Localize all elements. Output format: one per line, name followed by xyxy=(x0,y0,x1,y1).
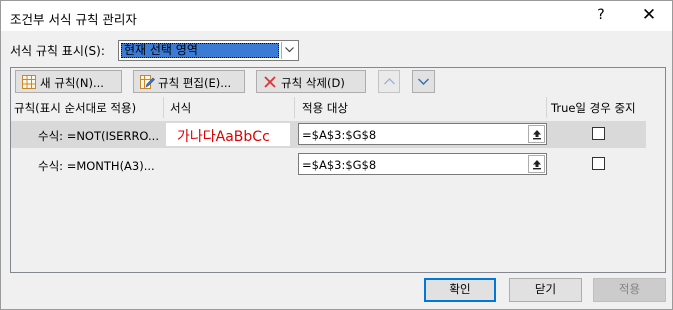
new-rule-grid-icon xyxy=(22,75,36,89)
column-header-stop-if-true: True일 경우 중지 xyxy=(551,101,636,115)
column-header-applies-to: 적용 대상 xyxy=(302,101,348,115)
help-button[interactable]: ? xyxy=(594,7,608,23)
stop-if-true-checkbox[interactable] xyxy=(592,157,605,170)
format-preview-text: 가나다AaBbCc xyxy=(177,129,270,145)
delete-x-icon xyxy=(263,75,277,89)
column-divider xyxy=(546,97,547,118)
range-collapse-button[interactable] xyxy=(528,155,545,173)
move-up-button[interactable] xyxy=(378,70,400,93)
dialog-title: 조건부 서식 규칙 관리자 xyxy=(10,12,137,27)
stop-if-true-checkbox[interactable] xyxy=(592,127,605,140)
conditional-formatting-rules-manager-dialog: 조건부 서식 규칙 관리자 ? ✕ 서식 규칙 표시(S): 현재 선택 영역 … xyxy=(0,0,673,310)
ok-button[interactable]: 확인 xyxy=(424,278,496,302)
title-bar: 조건부 서식 규칙 관리자 ? ✕ xyxy=(1,1,672,31)
range-collapse-button[interactable] xyxy=(528,125,545,143)
applies-to-field[interactable]: =$A$3:$G$8 xyxy=(298,153,547,175)
edit-rule-label: 규칙 편집(E)... xyxy=(158,76,232,90)
collapse-arrow-icon xyxy=(533,160,541,170)
chevron-up-icon xyxy=(384,78,395,85)
move-down-button[interactable] xyxy=(412,70,435,93)
column-divider xyxy=(294,97,295,118)
new-rule-button[interactable]: 새 규칙(N)... xyxy=(15,70,122,93)
chevron-down-icon xyxy=(418,78,429,85)
applies-to-value: =$A$3:$G$8 xyxy=(302,158,377,172)
new-rule-label: 새 규칙(N)... xyxy=(40,76,104,90)
show-rules-selected-value: 현재 선택 영역 xyxy=(121,43,279,58)
show-rules-dropdown[interactable]: 현재 선택 영역 xyxy=(118,40,299,61)
edit-rule-button[interactable]: 규칙 편집(E)... xyxy=(133,70,245,93)
rule-description: 수식: =NOT(ISERRO... xyxy=(38,129,159,143)
applies-to-value: =$A$3:$G$8 xyxy=(302,128,377,142)
column-header-format: 서식 xyxy=(170,101,192,115)
format-preview: 가나다AaBbCc xyxy=(166,123,290,146)
applies-to-field[interactable]: =$A$3:$G$8 xyxy=(298,123,547,145)
chevron-down-icon[interactable] xyxy=(281,42,297,59)
column-divider xyxy=(163,97,164,118)
rule-row[interactable]: 수식: =NOT(ISERRO... 가나다AaBbCc =$A$3:$G$8 xyxy=(11,121,646,148)
rule-row[interactable]: 수식: =MONTH(A3)... =$A$3:$G$8 xyxy=(11,151,646,178)
rule-description: 수식: =MONTH(A3)... xyxy=(38,159,155,173)
collapse-arrow-icon xyxy=(533,130,541,140)
delete-rule-label: 규칙 삭제(D) xyxy=(281,76,345,90)
column-header-rule: 규칙(표시 순서대로 적용) xyxy=(14,101,137,115)
edit-rule-pencil-icon xyxy=(140,75,155,89)
close-icon[interactable]: ✕ xyxy=(641,5,657,25)
close-button[interactable]: 닫기 xyxy=(509,278,582,302)
apply-button[interactable]: 적용 xyxy=(593,278,666,302)
delete-rule-button[interactable]: 규칙 삭제(D) xyxy=(256,70,366,93)
show-rules-label: 서식 규칙 표시(S): xyxy=(10,44,105,58)
